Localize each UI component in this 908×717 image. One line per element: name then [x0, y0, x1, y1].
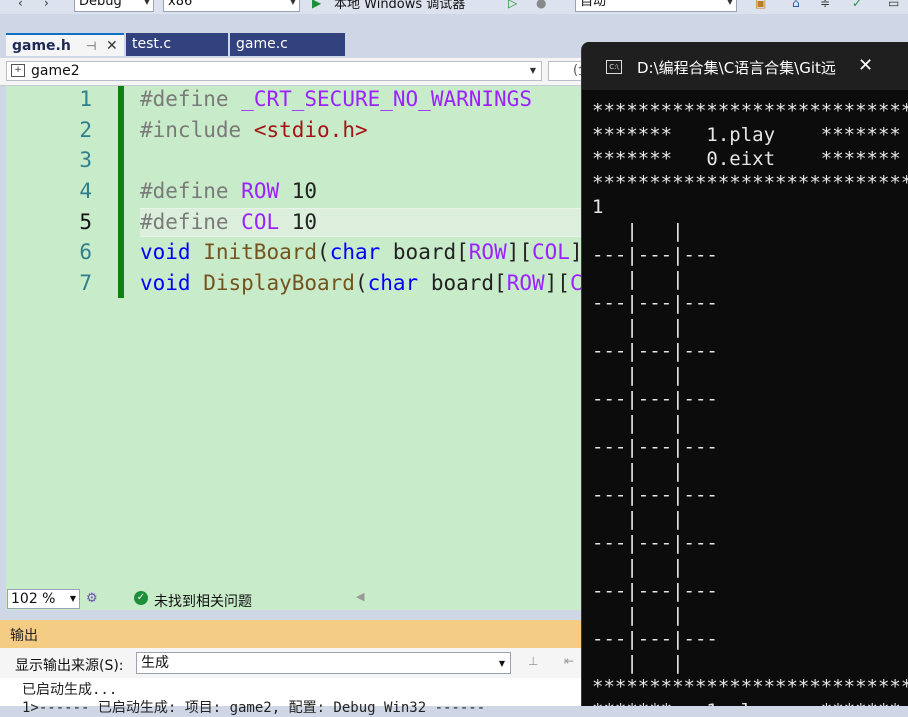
console-line: ---|---|--- [592, 580, 718, 602]
zoom-select[interactable]: 102 % ▼ [7, 589, 80, 609]
console-line: | | [592, 556, 684, 578]
code-line: void InitBoard(char board[ROW][COL] [140, 240, 583, 264]
pin-icon[interactable]: ⊣ [86, 35, 96, 58]
console-line: ---|---|--- [592, 244, 718, 266]
tab-label: game.c [236, 36, 288, 52]
console-line: ******* 0.eixt ******* [592, 148, 901, 170]
output-line: 1>------ 已启动生成: 项目: game2, 配置: Debug Win… [22, 700, 486, 716]
back-icon[interactable]: ‹ [18, 0, 23, 10]
code-editor[interactable]: 1 2 3 4 5 6 7 #define _CRT_SECURE_NO_WAR… [6, 86, 606, 588]
browse-icon[interactable]: ▣ [755, 0, 766, 10]
output-source-label: 显示输出来源(S): [15, 658, 124, 674]
zoom-value: 102 % [11, 591, 56, 607]
code-line: #include <stdio.h> [140, 118, 368, 142]
line-number-current: 5 [79, 210, 92, 234]
platform-value: x86 [168, 0, 193, 9]
forward-icon[interactable]: › [44, 0, 49, 10]
close-icon[interactable]: ✕ [106, 35, 118, 58]
chevron-down-icon: ▼ [529, 66, 536, 75]
tab-label: test.c [132, 36, 172, 52]
console-app-icon: C:\ [606, 60, 622, 74]
console-line: ---|---|--- [592, 628, 718, 650]
console-line: 1 [592, 196, 604, 218]
project-icon: + [11, 64, 25, 77]
console-title-bar[interactable]: C:\ D:\编程合集\C语言合集\Git远 ✕ [582, 42, 908, 90]
output-source-value: 生成 [141, 655, 169, 671]
line-number-margin: 1 2 3 4 5 6 7 [28, 86, 128, 588]
home-icon[interactable]: ⌂ [792, 0, 800, 10]
editor-status-strip: 102 % ▼ ⚙ ✓ 未找到相关问题 ◀ [6, 588, 606, 610]
code-line: #define _CRT_SECURE_NO_WARNINGS [140, 87, 532, 111]
tab-test-c[interactable]: test.c [126, 33, 228, 56]
console-line: | | [592, 460, 684, 482]
chevron-down-icon: ▼ [143, 0, 150, 6]
start-without-debug-icon[interactable]: ▷ [508, 0, 517, 10]
chevron-down-icon: ▼ [726, 0, 733, 6]
platform-select[interactable]: x86 ▼ [163, 0, 300, 12]
project-scope-select[interactable]: + game2 ▼ [6, 61, 542, 81]
tab-label: game.h [12, 38, 71, 54]
console-line: | | [592, 604, 684, 626]
solution-config-value: Debug [79, 0, 122, 9]
console-line: ---|---|--- [592, 292, 718, 314]
console-line: ************************************** [592, 676, 908, 698]
console-line: ---|---|--- [592, 484, 718, 506]
tab-game-c[interactable]: game.c [230, 33, 345, 56]
code-line: #define ROW 10 [140, 179, 318, 203]
console-line: | | [592, 364, 684, 386]
console-line: | | [592, 652, 684, 674]
auto-select-value: 自动 [580, 0, 607, 9]
chevron-down-icon: ▼ [69, 594, 76, 603]
change-tracking-bar [118, 86, 124, 298]
output-line: 已启动生成... [22, 682, 118, 698]
check-icon[interactable]: ✓ [852, 0, 862, 10]
chevron-down-icon: ▼ [498, 659, 505, 668]
goto-location-icon[interactable]: ⊥ [528, 654, 538, 668]
console-line: | | [592, 220, 684, 242]
solution-config-select[interactable]: Debug ▼ [74, 0, 154, 12]
console-line: | | [592, 508, 684, 530]
main-toolbar: ‹ › Debug ▼ x86 ▼ ▶ 本地 Windows 调试器 ▷ ● 自动 ▼… [0, 0, 908, 14]
console-line: ---|---|--- [592, 340, 718, 362]
project-name: game2 [31, 63, 80, 79]
close-icon[interactable]: ✕ [858, 55, 873, 76]
auto-select[interactable]: 自动 ▼ [575, 0, 737, 12]
line-number: 7 [79, 271, 92, 295]
console-line: | | [592, 268, 684, 290]
console-line: ---|---|--- [592, 388, 718, 410]
console-line: | | [592, 316, 684, 338]
console-line: ---|---|--- [592, 436, 718, 458]
console-window[interactable]: C:\ D:\编程合集\C语言合集\Git远 ✕ ***************… [581, 42, 908, 706]
console-line: ************************************** [592, 172, 908, 194]
line-number: 3 [79, 148, 92, 172]
scroll-left-icon[interactable]: ◀ [356, 590, 364, 603]
live-share-icon[interactable]: ▭ [888, 0, 899, 10]
format-icon[interactable]: ≑ [820, 0, 830, 10]
console-line: ************************************** [592, 100, 908, 122]
play-icon[interactable]: ▶ [312, 0, 321, 10]
code-line: void DisplayBoard(char board[ROW][C [140, 271, 583, 295]
console-title: D:\编程合集\C语言合集\Git远 [637, 59, 836, 77]
code-line: #define COL 10 [140, 210, 318, 234]
tab-game-h[interactable]: game.h ⊣ ✕ [6, 33, 124, 56]
line-number: 4 [79, 179, 92, 203]
record-icon[interactable]: ● [536, 0, 546, 10]
intellicode-icon[interactable]: ⚙ [86, 591, 98, 606]
run-debugger-button[interactable]: 本地 Windows 调试器 [334, 0, 465, 12]
console-line: | | [592, 412, 684, 434]
previous-message-icon[interactable]: ⇤ [564, 654, 574, 668]
console-line: ******* 1.play ******* [592, 700, 901, 706]
line-number: 6 [79, 240, 92, 264]
line-number: 2 [79, 118, 92, 142]
chevron-down-icon: ▼ [289, 0, 296, 6]
console-line: ******* 1.play ******* [592, 124, 901, 146]
editor-glyph-margin [6, 86, 28, 588]
output-source-select[interactable]: 生成 ▼ [136, 652, 511, 674]
output-title: 输出 [10, 628, 38, 644]
console-line: ---|---|--- [592, 532, 718, 554]
issues-status[interactable]: 未找到相关问题 [154, 591, 252, 611]
check-circle-icon: ✓ [134, 591, 148, 605]
line-number: 1 [79, 87, 92, 111]
